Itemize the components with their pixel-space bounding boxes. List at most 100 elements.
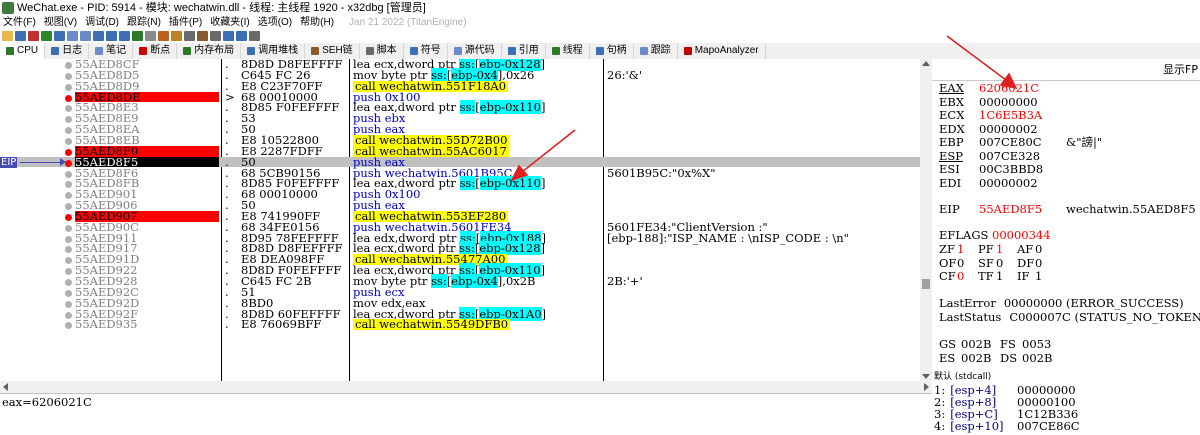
register-eax[interactable]: EAX 6206021C: [939, 82, 1039, 94]
register-esp[interactable]: ESP 007CE328: [939, 150, 1040, 162]
tab-mapo[interactable]: MapoAnalyzer: [678, 43, 766, 59]
breakpoint-slot-icon[interactable]: [65, 268, 72, 276]
scroll-up-icon[interactable]: [922, 61, 930, 66]
breakpoint-slot-icon[interactable]: [65, 257, 72, 265]
register-value[interactable]: 00000000 (ERROR_SUCCESS): [1004, 296, 1184, 310]
menu-options[interactable]: 选项(O): [258, 16, 292, 29]
breakpoint-dot-icon[interactable]: [65, 213, 72, 221]
tab-threads[interactable]: 线程: [546, 43, 590, 59]
trace-into-icon[interactable]: [93, 31, 104, 41]
register-eflags[interactable]: EFLAGS 00000344: [939, 229, 1051, 241]
breakpoint-slot-icon[interactable]: [65, 289, 72, 297]
menu-file[interactable]: 文件(F): [3, 16, 36, 29]
tab-handles[interactable]: 句柄: [590, 43, 634, 59]
breakpoint-slot-icon[interactable]: [65, 170, 72, 178]
segment-registers[interactable]: ES 002B DS 002B: [939, 352, 1061, 364]
register-edx[interactable]: EDX 00000002: [939, 123, 1038, 135]
execute-till-return-icon[interactable]: [119, 31, 130, 41]
comment-icon[interactable]: [158, 31, 169, 41]
label-icon[interactable]: [171, 31, 182, 41]
flags-row[interactable]: CF0 TF 1 IF 1: [939, 270, 1056, 282]
function-icon[interactable]: [197, 31, 208, 41]
breakpoint-slot-icon[interactable]: [65, 235, 72, 243]
step-over-icon[interactable]: [80, 31, 91, 41]
breakpoint-slot-icon[interactable]: [65, 137, 72, 145]
disassembly-view[interactable]: 55AED8CF. 8D8D D8FEFFFF lea ecx,dword ptr …: [0, 59, 920, 381]
register-value[interactable]: 00000000: [979, 96, 1038, 108]
close-debug-icon[interactable]: [28, 31, 39, 41]
step-into-icon[interactable]: [67, 31, 78, 41]
register-eip[interactable]: EIP 55AED8F5 wechatwin.55AED8F5: [939, 203, 1196, 215]
breakpoint-slot-icon[interactable]: [65, 246, 72, 254]
tab-notes[interactable]: 笔记: [89, 43, 134, 59]
tab-trace[interactable]: 跟踪: [634, 43, 678, 59]
register-value[interactable]: 1C6E5B3A: [979, 109, 1042, 121]
menu-debug[interactable]: 调试(D): [85, 16, 119, 29]
scylla-icon[interactable]: [145, 31, 156, 41]
scroll-left-icon[interactable]: [3, 383, 8, 391]
disasm-row[interactable]: 55AED8F0. E8 2287FDFF call wechatwin.55AC6…: [0, 145, 920, 157]
register-value[interactable]: 55AED8F5: [979, 203, 1042, 215]
open-icon[interactable]: [2, 31, 13, 41]
breakpoint-dot-icon[interactable]: [65, 94, 72, 102]
disasm-row[interactable]: 55AED901. 68 00010000 push 0x100: [0, 188, 920, 200]
scroll-right-icon[interactable]: [924, 383, 929, 391]
last-error[interactable]: LastError 00000000 (ERROR_SUCCESS): [939, 297, 1184, 309]
tab-log[interactable]: 日志: [45, 43, 90, 59]
tab-call-stack[interactable]: 调用堆栈: [241, 43, 306, 59]
breakpoint-slot-icon[interactable]: [65, 311, 72, 319]
register-value[interactable]: 00000344: [992, 229, 1051, 241]
segment-value[interactable]: 002B: [1022, 352, 1061, 364]
scroll-thumb[interactable]: [922, 279, 930, 289]
flag-value[interactable]: 0: [1035, 257, 1056, 269]
breakpoint-slot-icon[interactable]: [65, 279, 72, 286]
patch-icon[interactable]: [249, 31, 260, 41]
register-value[interactable]: C000007C (STATUS_NO_TOKEN): [1009, 310, 1200, 324]
menu-trace[interactable]: 跟踪(N): [127, 16, 161, 29]
tab-references[interactable]: 引用: [502, 43, 546, 59]
disassembly-scrollbar[interactable]: [920, 59, 932, 381]
flag-value[interactable]: 1: [957, 243, 978, 255]
menu-favourites[interactable]: 收藏夹(I): [210, 16, 249, 29]
breakpoint-slot-icon[interactable]: [65, 116, 72, 124]
segment-value[interactable]: 002B: [961, 352, 1000, 364]
font-icon[interactable]: [223, 31, 234, 41]
run-to-user-code-icon[interactable]: [132, 31, 143, 41]
register-value[interactable]: 00C3BBD8: [979, 163, 1043, 175]
register-value[interactable]: 00000002: [979, 177, 1038, 189]
disassembly-hscrollbar[interactable]: [0, 381, 932, 393]
register-ebp[interactable]: EBP 007CE80C &"謗|": [939, 136, 1102, 148]
flags-row[interactable]: OF0 SF 0 DF0: [939, 257, 1056, 269]
register-esi[interactable]: ESI 00C3BBD8: [939, 163, 1043, 175]
tab-memory-map[interactable]: 内存布局: [177, 43, 242, 59]
breakpoint-slot-icon[interactable]: [65, 224, 72, 232]
argument-row[interactable]: 4: [esp+10] 007CE86C: [934, 420, 1080, 432]
flags-row[interactable]: ZF 1 PF 1 AF 0: [939, 243, 1056, 255]
tab-seh[interactable]: SEH链: [305, 43, 360, 59]
tab-breakpoint[interactable]: 断点: [133, 43, 178, 59]
breakpoint-slot-icon[interactable]: [65, 105, 72, 113]
breakpoint-dot-icon[interactable]: [65, 159, 72, 167]
scroll-down-icon[interactable]: [922, 374, 930, 379]
breakpoint-slot-icon[interactable]: [65, 322, 72, 330]
menu-plugins[interactable]: 插件(P): [169, 16, 202, 29]
calling-convention-select[interactable]: 默认 (stdcall): [934, 371, 991, 383]
pause-icon[interactable]: [54, 31, 65, 41]
register-value[interactable]: 00000002: [979, 123, 1038, 135]
register-value[interactable]: 007CE328: [979, 150, 1040, 162]
breakpoint-slot-icon[interactable]: [65, 192, 72, 200]
flag-value[interactable]: 0: [957, 257, 978, 269]
register-edi[interactable]: EDI 00000002: [939, 177, 1038, 189]
tab-cpu[interactable]: CPU: [0, 43, 46, 59]
breakpoint-slot-icon[interactable]: [65, 83, 72, 91]
bookmark-icon[interactable]: [184, 31, 195, 41]
flag-value[interactable]: 0: [957, 270, 978, 282]
flag-value[interactable]: 1: [996, 243, 1017, 255]
disasm-row[interactable]: 55AED8FB. 8D85 F0FEFFFF lea eax,dword ptr …: [0, 176, 920, 191]
register-value[interactable]: 6206021C: [979, 82, 1039, 94]
flag-value[interactable]: 0: [996, 257, 1017, 269]
disasm-row[interactable]: 55AED935. E8 76069BFF call wechatwin.5549D…: [0, 319, 920, 331]
run-icon[interactable]: [41, 31, 52, 41]
segment-value[interactable]: 0053: [1022, 338, 1061, 350]
hash-icon[interactable]: [210, 31, 221, 41]
